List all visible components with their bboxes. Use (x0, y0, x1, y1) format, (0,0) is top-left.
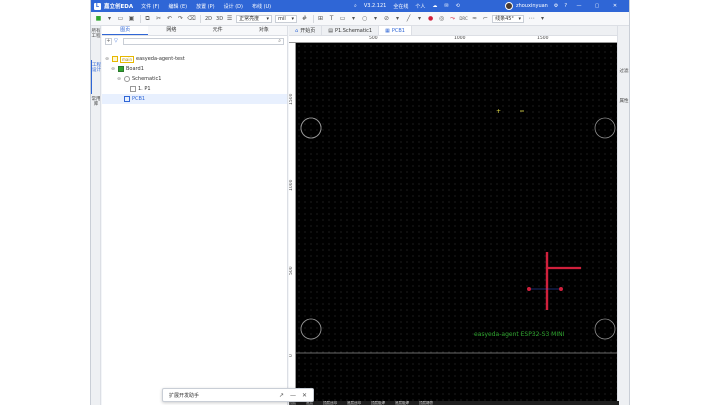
tab-properties[interactable]: 属性 (618, 96, 629, 122)
minimize-icon[interactable]: — (290, 392, 296, 399)
tab-filter[interactable]: 过滤 (618, 66, 629, 96)
close-icon[interactable]: ✕ (302, 392, 307, 399)
layer-top-paste[interactable]: 顶层锡膏 (419, 401, 433, 405)
extension-helper-panel[interactable]: 扩展开发助手 ↗ — ✕ (162, 388, 314, 402)
layer-top-mask[interactable]: 顶层阻焊 (371, 401, 385, 405)
layer-strip: 顶层 底层 顶层丝印 底层丝印 顶层阻焊 底层阻焊 顶层锡膏 (289, 401, 619, 405)
mounting-hole-bottom-right[interactable] (594, 318, 616, 340)
right-overlay (548, 117, 616, 340)
mounting-hole-top-right[interactable] (594, 117, 616, 139)
easyeda-window: L 嘉立创EDA 文件 (F) 编辑 (E) 放置 (P) 设计 (D) 布线 … (90, 0, 630, 405)
layer-top-silk[interactable]: 顶层丝印 (323, 401, 337, 405)
popout-icon[interactable]: ↗ (279, 392, 284, 399)
layer-bottom-mask[interactable]: 底层阻焊 (395, 401, 409, 405)
helper-title: 扩展开发助手 (169, 392, 200, 399)
right-side-tabs: 过滤 属性 (617, 26, 629, 405)
layer-bottom-silk[interactable]: 底层丝印 (347, 401, 361, 405)
